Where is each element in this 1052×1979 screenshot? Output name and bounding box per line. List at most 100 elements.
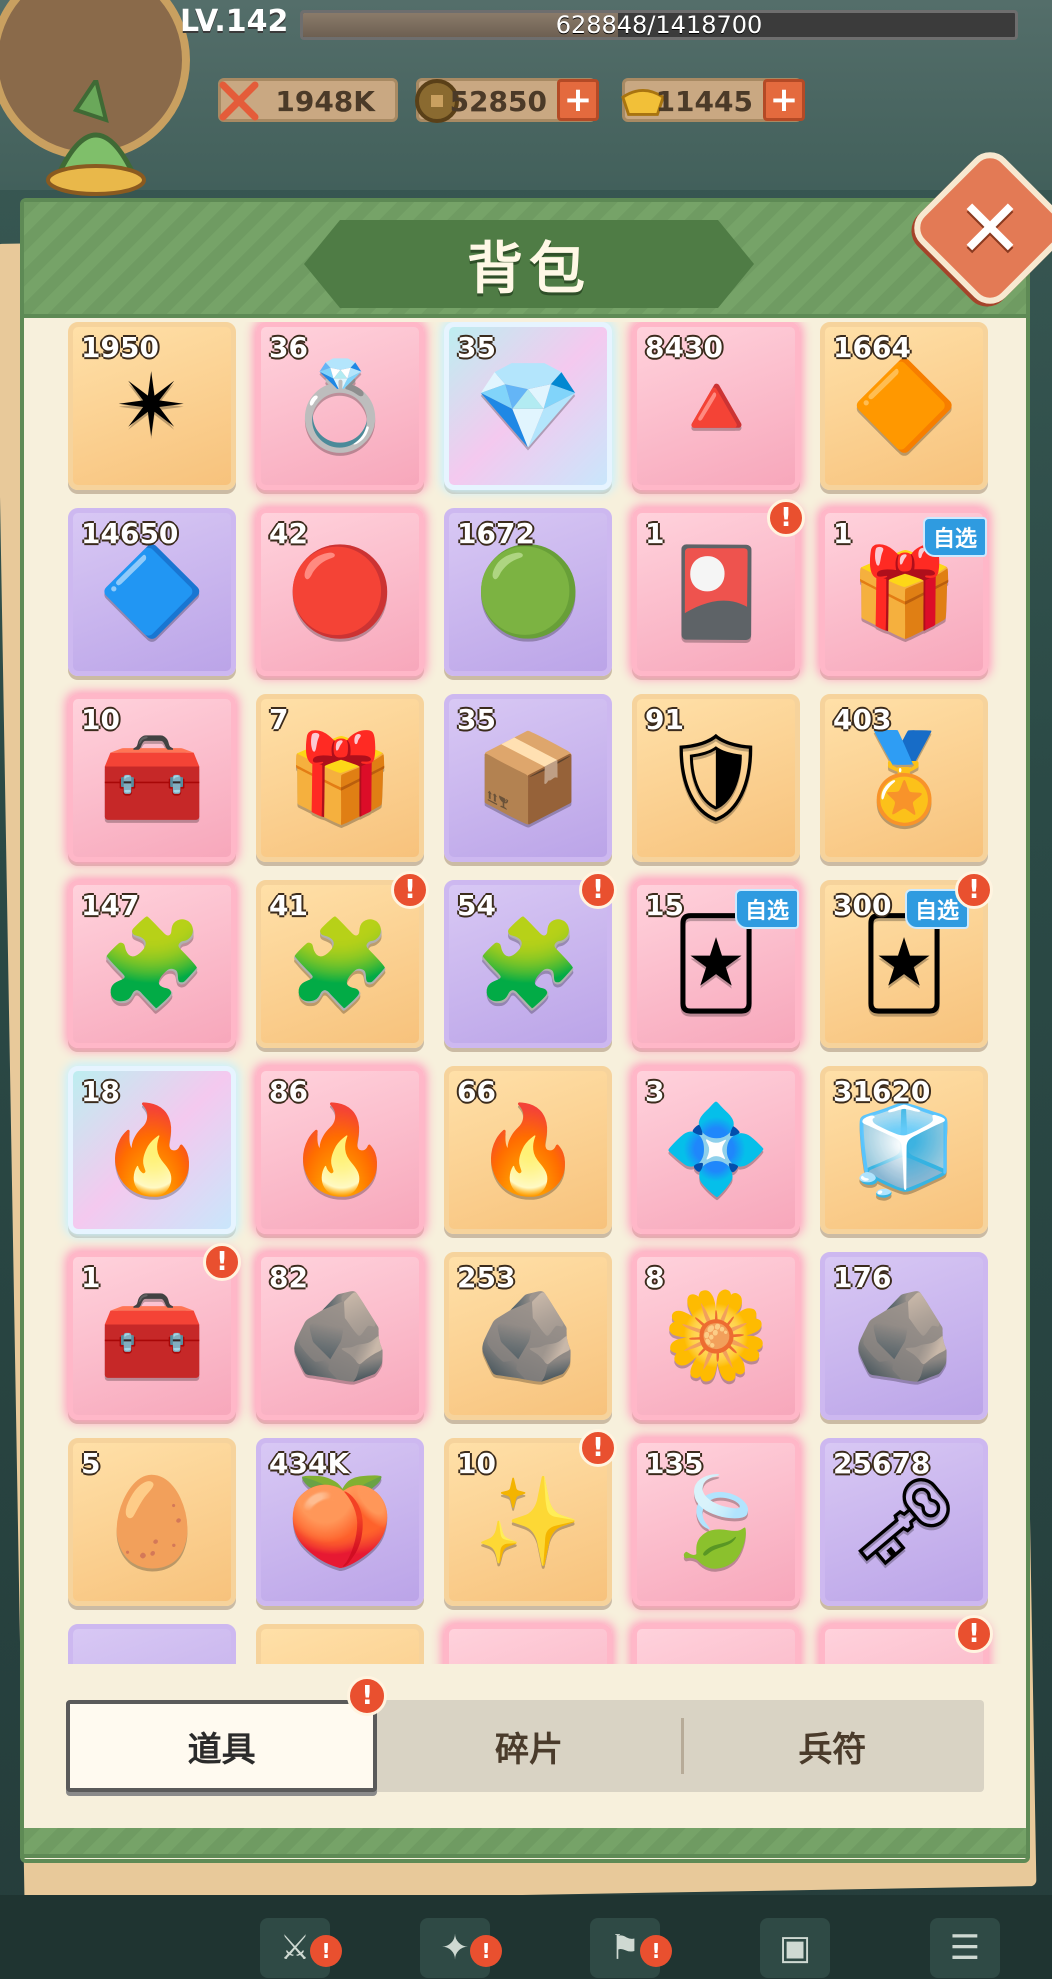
gold-flame-icon: 🔥	[474, 1100, 582, 1200]
close-icon[interactable]: ✕	[930, 168, 1050, 288]
item-slot[interactable]: 1 🎴!	[632, 499, 805, 676]
item-slot[interactable]: 1950 ✴	[68, 322, 236, 490]
item-slot[interactable]	[444, 1624, 612, 1664]
item-slot[interactable]: 10 ✨!	[444, 1429, 617, 1606]
purple-puzzle-piece-icon: 🧩	[474, 914, 582, 1014]
item-slot[interactable]: 403 🏅	[820, 694, 988, 862]
tab-2[interactable]: 兵符	[680, 1700, 984, 1792]
item-slot[interactable]: 25678 🗝	[820, 1438, 988, 1606]
item-count: 1	[81, 1261, 101, 1294]
coins-value: 52850	[449, 85, 547, 118]
item-count: 434K	[269, 1447, 350, 1480]
optional-select-badge: 自选	[734, 889, 799, 929]
item-grid: 1950 ✴ 36 💍 35 💎 8430 🔺 1664 🔶 14650 🔷 42 🔴 1672 🟢 1 🎴! 1 🎁…	[44, 322, 1006, 1664]
item-slot[interactable]: 176 🪨	[820, 1252, 988, 1420]
jade-leaf-gem-icon: 🍃	[662, 1472, 770, 1572]
item-count: 1	[645, 517, 665, 550]
exp-text: 628848/1418700	[555, 11, 763, 39]
item-count: 1664	[833, 331, 911, 364]
item-count: 82	[269, 1261, 308, 1294]
armored-hero-card-icon: 🃏	[860, 914, 948, 1014]
item-count: 3	[645, 1075, 665, 1108]
mystery-card-box-icon: 🎴	[662, 542, 770, 642]
item-slot[interactable]: 135 🍃	[632, 1438, 800, 1606]
item-slot[interactable]: 8 🌼	[632, 1252, 800, 1420]
alert-icon: !	[203, 1243, 241, 1281]
item-count: 135	[645, 1447, 704, 1480]
item-count: 1	[833, 517, 853, 550]
fire-egg-icon: 🥚	[98, 1472, 206, 1572]
item-slot[interactable]	[256, 1624, 424, 1664]
item-slot[interactable]: 66 🔥	[444, 1066, 612, 1234]
item-slot[interactable]: 14650 🔷	[68, 508, 236, 676]
item-grid-scroll[interactable]: 1950 ✴ 36 💍 35 💎 8430 🔺 1664 🔶 14650 🔷 42 🔴 1672 🟢 1 🎴! 1 🎁…	[44, 322, 1006, 1664]
panel-title: 背包	[467, 236, 591, 302]
item-count: 1672	[457, 517, 535, 550]
item-slot[interactable]: 54 🧩!	[444, 871, 617, 1048]
item-slot[interactable]: 41 🧩!	[256, 871, 429, 1048]
add-ingots-button[interactable]: +	[763, 79, 805, 121]
tab-0[interactable]: 道具!	[66, 1676, 388, 1792]
exp-bar: 628848/1418700	[300, 10, 1018, 40]
item-count: 14650	[81, 517, 179, 550]
item-slot[interactable]: 35 💎	[444, 322, 612, 490]
nav-alert-badge: !	[470, 1935, 502, 1967]
item-count: 31620	[833, 1075, 931, 1108]
item-slot[interactable]: 15 🃏 自选	[632, 880, 800, 1048]
item-slot[interactable]	[632, 1624, 800, 1664]
item-slot[interactable]: 31620 🧊	[820, 1066, 988, 1234]
item-slot[interactable]: 1 🎁 自选	[820, 508, 988, 676]
nav-alert-badge: !	[640, 1935, 672, 1967]
red-star-gem-icon: ✴	[115, 356, 189, 456]
item-slot[interactable]: 300 🃏 自选!	[820, 871, 993, 1048]
item-slot[interactable]: !	[820, 1615, 993, 1664]
item-slot[interactable]: 10 🧰	[68, 694, 236, 862]
dark-rough-stone-icon: 🪨	[850, 1286, 958, 1386]
mystery-chest-icon: 📦	[474, 728, 582, 828]
tab-1[interactable]: 碎片	[377, 1700, 680, 1792]
pink-puzzle-piece-icon: 🧩	[98, 914, 206, 1014]
item-slot[interactable]: 1 🧰!	[68, 1243, 241, 1420]
item-count: 300	[833, 889, 892, 922]
item-slot[interactable]: 86 🔥	[256, 1066, 424, 1234]
item-slot[interactable]: 147 🧩	[68, 880, 236, 1048]
item-count: 176	[833, 1261, 892, 1294]
orange-puzzle-piece-icon: 🧩	[286, 914, 394, 1014]
item-slot[interactable]: 1672 🟢	[444, 508, 612, 676]
nav-castle-icon[interactable]: ▣	[760, 1918, 830, 1978]
item-slot[interactable]: 18 🔥	[68, 1066, 236, 1234]
rainbow-gem-ring-icon: 💎	[474, 356, 582, 456]
blue-flame-icon: 🔥	[98, 1100, 206, 1200]
item-count: 10	[81, 703, 120, 736]
title-banner: 背包	[304, 220, 754, 308]
item-slot[interactable]: 3 💠	[632, 1066, 800, 1234]
gold-general-token-icon: 🏅	[850, 728, 958, 828]
item-slot[interactable]: 42 🔴	[256, 508, 424, 676]
alert-icon: !	[955, 1615, 993, 1653]
item-slot[interactable]: 7 🎁	[256, 694, 424, 862]
item-count: 15	[645, 889, 684, 922]
item-slot[interactable]: 8430 🔺	[632, 322, 800, 490]
item-count: 18	[81, 1075, 120, 1108]
item-slot[interactable]: 36 💍	[256, 322, 424, 490]
item-slot[interactable]: 1664 🔶	[820, 322, 988, 490]
add-coins-button[interactable]: +	[557, 79, 599, 121]
item-slot[interactable]: 35 📦	[444, 694, 612, 862]
item-slot[interactable]: 434K 🍑	[256, 1438, 424, 1606]
tab-bar: 道具! 碎片 兵符	[66, 1676, 984, 1792]
red-flame-icon: 🔥	[286, 1100, 394, 1200]
item-slot[interactable]	[68, 1624, 236, 1664]
item-count: 35	[457, 331, 496, 364]
item-slot[interactable]: 82 🪨	[256, 1252, 424, 1420]
nav-more-icon[interactable]: ☰	[930, 1918, 1000, 1978]
tab-label: 碎片	[494, 1729, 563, 1770]
item-slot[interactable]: 253 🪨	[444, 1252, 612, 1420]
brown-rough-stone-icon: 🪨	[474, 1286, 582, 1386]
item-slot[interactable]: 5 🥚	[68, 1438, 236, 1606]
general-chest-icon: 🧰	[98, 728, 206, 828]
peach-leaves-icon: 🍑	[286, 1472, 394, 1572]
item-count: 7	[269, 703, 289, 736]
gold-dust-cushion-icon: ✨	[474, 1472, 582, 1572]
item-slot[interactable]: 91 🛡	[632, 694, 800, 862]
hero-card-pack-icon: 🃏	[672, 914, 760, 1014]
